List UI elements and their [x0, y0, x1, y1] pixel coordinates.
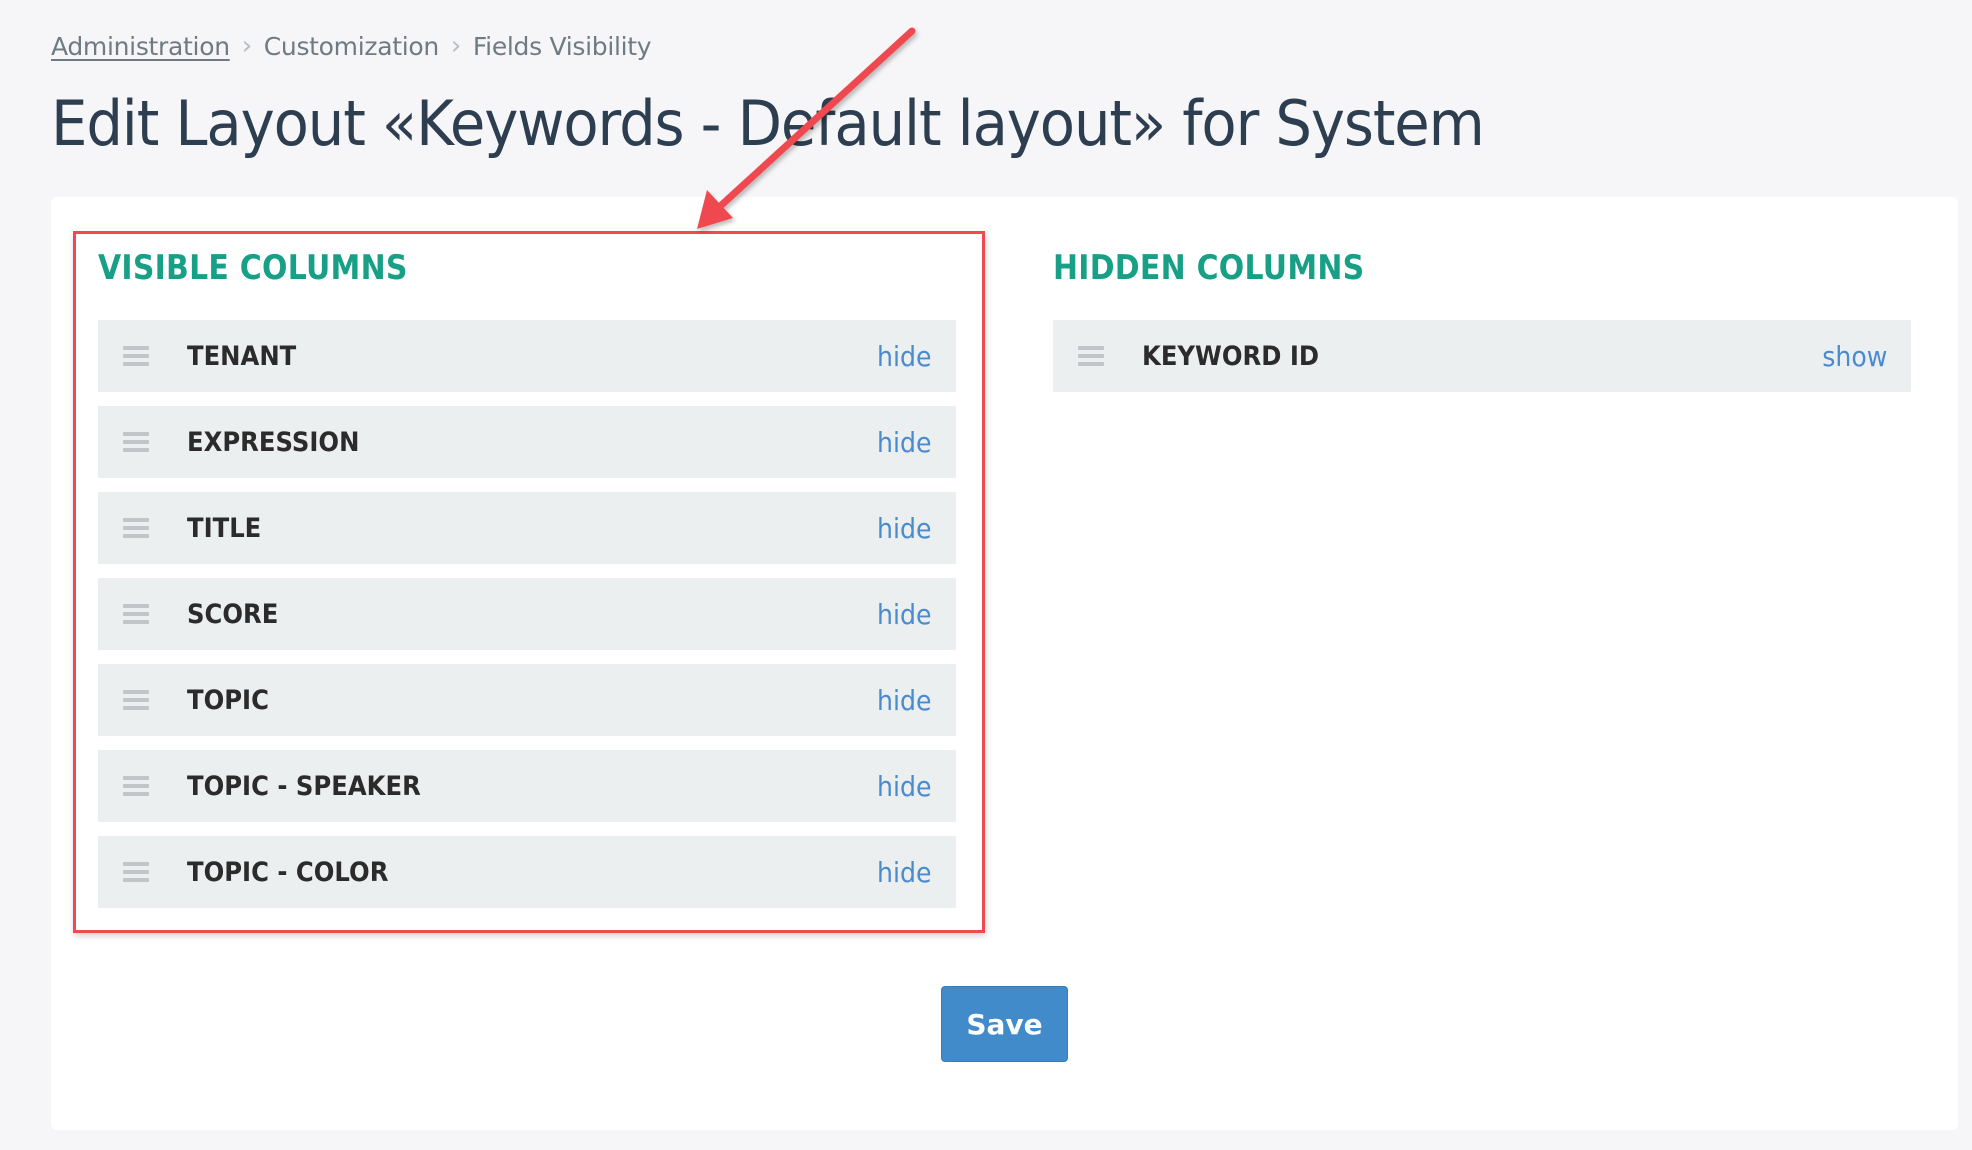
column-hide-link[interactable]: hide — [878, 684, 932, 717]
column-label: TOPIC - SPEAKER — [187, 770, 421, 802]
breadcrumb-customization: Customization — [263, 31, 439, 61]
breadcrumb-administration[interactable]: Administration — [51, 32, 230, 61]
breadcrumb: Administration › Customization › Fields … — [51, 28, 652, 64]
column-hide-link[interactable]: hide — [878, 340, 932, 373]
column-row[interactable]: EXPRESSION hide — [98, 406, 956, 478]
column-hide-link[interactable]: hide — [878, 598, 932, 631]
column-hide-link[interactable]: hide — [878, 426, 932, 459]
column-label: TOPIC — [187, 684, 269, 716]
visible-columns-title: VISIBLE COLUMNS — [98, 248, 408, 288]
column-label: KEYWORD ID — [1142, 340, 1320, 372]
column-label: SCORE — [187, 598, 279, 630]
column-row[interactable]: TOPIC - COLOR hide — [98, 836, 956, 908]
breadcrumb-fields-visibility: Fields Visibility — [472, 31, 652, 61]
column-hide-link[interactable]: hide — [878, 512, 932, 545]
drag-handle-icon[interactable] — [1078, 346, 1104, 366]
column-hide-link[interactable]: hide — [878, 856, 932, 889]
column-row[interactable]: TENANT hide — [98, 320, 956, 392]
column-label: TITLE — [187, 512, 262, 544]
column-row[interactable]: KEYWORD ID show — [1053, 320, 1911, 392]
drag-handle-icon[interactable] — [123, 604, 149, 624]
column-row[interactable]: SCORE hide — [98, 578, 956, 650]
drag-handle-icon[interactable] — [123, 690, 149, 710]
column-label: TENANT — [187, 340, 297, 372]
column-label: EXPRESSION — [187, 426, 360, 458]
chevron-right-icon: › — [450, 31, 461, 61]
drag-handle-icon[interactable] — [123, 862, 149, 882]
column-row[interactable]: TITLE hide — [98, 492, 956, 564]
drag-handle-icon[interactable] — [123, 432, 149, 452]
drag-handle-icon[interactable] — [123, 776, 149, 796]
column-label: TOPIC - COLOR — [187, 856, 389, 888]
save-button[interactable]: Save — [941, 986, 1068, 1062]
chevron-right-icon: › — [241, 31, 252, 61]
column-row[interactable]: TOPIC hide — [98, 664, 956, 736]
column-row[interactable]: TOPIC - SPEAKER hide — [98, 750, 956, 822]
drag-handle-icon[interactable] — [123, 518, 149, 538]
drag-handle-icon[interactable] — [123, 346, 149, 366]
hidden-columns-title: HIDDEN COLUMNS — [1053, 248, 1365, 288]
column-show-link[interactable]: show — [1822, 340, 1887, 373]
page-title: Edit Layout «Keywords - Default layout» … — [51, 87, 1485, 160]
column-hide-link[interactable]: hide — [878, 770, 932, 803]
